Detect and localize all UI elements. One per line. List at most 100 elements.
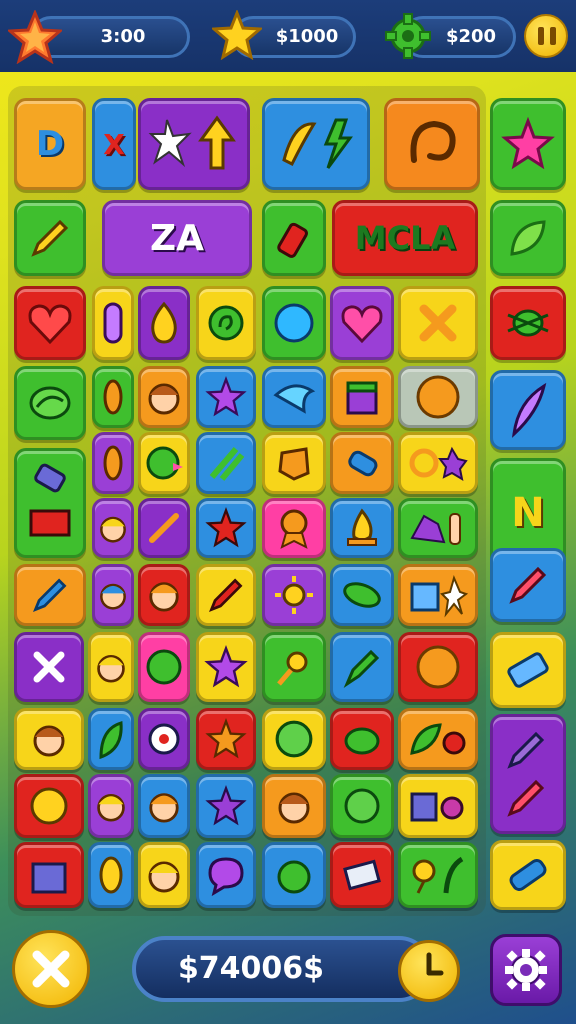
tile-books[interactable] xyxy=(14,448,86,558)
boy-face-icon xyxy=(278,792,310,824)
tile-boy-face[interactable] xyxy=(138,564,190,626)
seed-icon xyxy=(103,445,123,481)
heart-icon xyxy=(341,305,383,344)
tile-yellow-seed[interactable] xyxy=(88,842,134,908)
speech-bubble-icon xyxy=(208,857,244,897)
tile-book[interactable] xyxy=(330,842,394,908)
star-icon xyxy=(205,376,247,417)
pause-button[interactable] xyxy=(524,14,568,58)
tile-punk-face[interactable] xyxy=(92,564,134,626)
tile-green-leaf[interactable] xyxy=(330,564,394,626)
tile-speech-bubble[interactable] xyxy=(196,842,256,908)
tile-boy-face[interactable] xyxy=(138,366,190,428)
tile-purple-splat[interactable] xyxy=(196,774,256,838)
tile-swirl[interactable] xyxy=(384,98,480,190)
tile-letters: ZA xyxy=(150,217,204,259)
settings-button[interactable] xyxy=(490,934,562,1006)
tile-pink-heart[interactable] xyxy=(330,286,394,360)
tile-boy-face[interactable] xyxy=(88,632,134,702)
tile-leaf-swirl[interactable] xyxy=(14,366,86,440)
tile-lollipop[interactable] xyxy=(398,842,478,908)
tile-bone-cross[interactable] xyxy=(398,286,478,360)
tile-boy-face[interactable] xyxy=(262,774,326,838)
boy-face-icon xyxy=(97,654,125,683)
tile-heart[interactable] xyxy=(14,286,86,360)
tile-cookie[interactable] xyxy=(262,432,326,494)
tile-orange-ball[interactable] xyxy=(398,632,478,702)
tile-boy-face[interactable] xyxy=(138,774,190,838)
close-button[interactable] xyxy=(12,930,90,1008)
score-value: $74006$ xyxy=(177,951,325,986)
tile-orange-seed[interactable] xyxy=(92,432,134,494)
tile-cookie-face[interactable] xyxy=(14,774,84,838)
tile-eye-ball[interactable] xyxy=(138,708,190,770)
tile-battery[interactable] xyxy=(262,200,326,276)
tile-purple-star[interactable] xyxy=(196,366,256,428)
tile-blue-bird[interactable] xyxy=(262,366,326,428)
tile-letters-za[interactable]: ZA xyxy=(102,200,252,276)
eraser-icon xyxy=(507,652,549,688)
tile-campfire[interactable] xyxy=(330,498,394,558)
tile-pink-crayon[interactable] xyxy=(490,548,566,622)
tile-orange-ball[interactable] xyxy=(398,366,478,428)
tile-letters-mcla[interactable]: MCLA xyxy=(332,200,478,276)
tile-pink-star[interactable] xyxy=(490,98,566,190)
tile-purple-box[interactable] xyxy=(14,842,84,908)
tile-tube[interactable] xyxy=(490,840,566,910)
tile-green-face[interactable] xyxy=(262,708,326,770)
tile-leaf-apple[interactable] xyxy=(398,708,478,770)
tile-tube[interactable] xyxy=(330,432,394,494)
tile-purple-star[interactable] xyxy=(196,632,256,702)
tile-boy-face[interactable] xyxy=(92,498,134,558)
tile-orange-star[interactable] xyxy=(196,708,256,770)
tile-feather[interactable] xyxy=(490,370,566,450)
tile-red-star[interactable] xyxy=(196,498,256,558)
tile-sun[interactable] xyxy=(262,564,326,626)
tile-pencils[interactable] xyxy=(490,714,566,834)
tile-letter-x[interactable]: X xyxy=(92,98,136,190)
tile-letter-d[interactable]: D xyxy=(14,98,86,190)
tile-box-flower[interactable] xyxy=(398,564,478,626)
tube-icon xyxy=(348,450,378,477)
tile-apple[interactable] xyxy=(262,842,326,908)
tile-pencil[interactable] xyxy=(14,200,86,276)
tile-seed[interactable] xyxy=(92,366,134,428)
tile-green-face[interactable] xyxy=(138,632,190,702)
tile-red-crayon[interactable] xyxy=(196,564,256,626)
tile-sun-wand[interactable] xyxy=(262,632,326,702)
clock-button[interactable] xyxy=(398,940,460,1002)
tile-splash-arrow[interactable] xyxy=(138,98,250,190)
boy-face-icon xyxy=(149,793,179,823)
tile-leaf-chain[interactable] xyxy=(490,200,566,276)
tile-carrot[interactable] xyxy=(330,632,394,702)
tile-green-bug[interactable] xyxy=(490,286,566,360)
tile-eraser[interactable] xyxy=(490,632,566,708)
tile-capsule[interactable] xyxy=(92,286,134,360)
tile-boy-face[interactable] xyxy=(88,774,134,838)
tile-green-face[interactable] xyxy=(330,774,394,838)
leaf-icon xyxy=(510,220,546,256)
tile-bird-face[interactable] xyxy=(138,432,190,494)
tile-green-blob[interactable] xyxy=(330,708,394,770)
tile-blue-pencil[interactable] xyxy=(14,564,86,626)
tile-x-mark[interactable] xyxy=(14,632,84,702)
tile-green-swirl[interactable] xyxy=(196,286,256,360)
tile-medal[interactable] xyxy=(262,498,326,558)
tile-hand[interactable] xyxy=(398,498,478,558)
banana-lightning-icon xyxy=(282,118,353,169)
tile-banana-lightning[interactable] xyxy=(262,98,370,190)
tile-blue-blob[interactable] xyxy=(262,286,326,360)
tile-swirl-splat[interactable] xyxy=(398,432,478,494)
sun-wand-icon xyxy=(277,651,308,686)
tile-sticks[interactable] xyxy=(196,432,256,494)
tile-boy-face[interactable] xyxy=(14,708,84,770)
tile-flame-face[interactable] xyxy=(138,286,190,360)
tile-leaf[interactable] xyxy=(88,708,134,770)
tile-boy-face[interactable] xyxy=(138,842,190,908)
leaf-swirl-icon xyxy=(29,386,71,420)
tile-gift-box[interactable] xyxy=(330,366,394,428)
tile-sword[interactable] xyxy=(138,498,190,558)
tile-box-berry[interactable] xyxy=(398,774,478,838)
sun-icon xyxy=(275,576,313,614)
star-icon xyxy=(210,8,264,61)
